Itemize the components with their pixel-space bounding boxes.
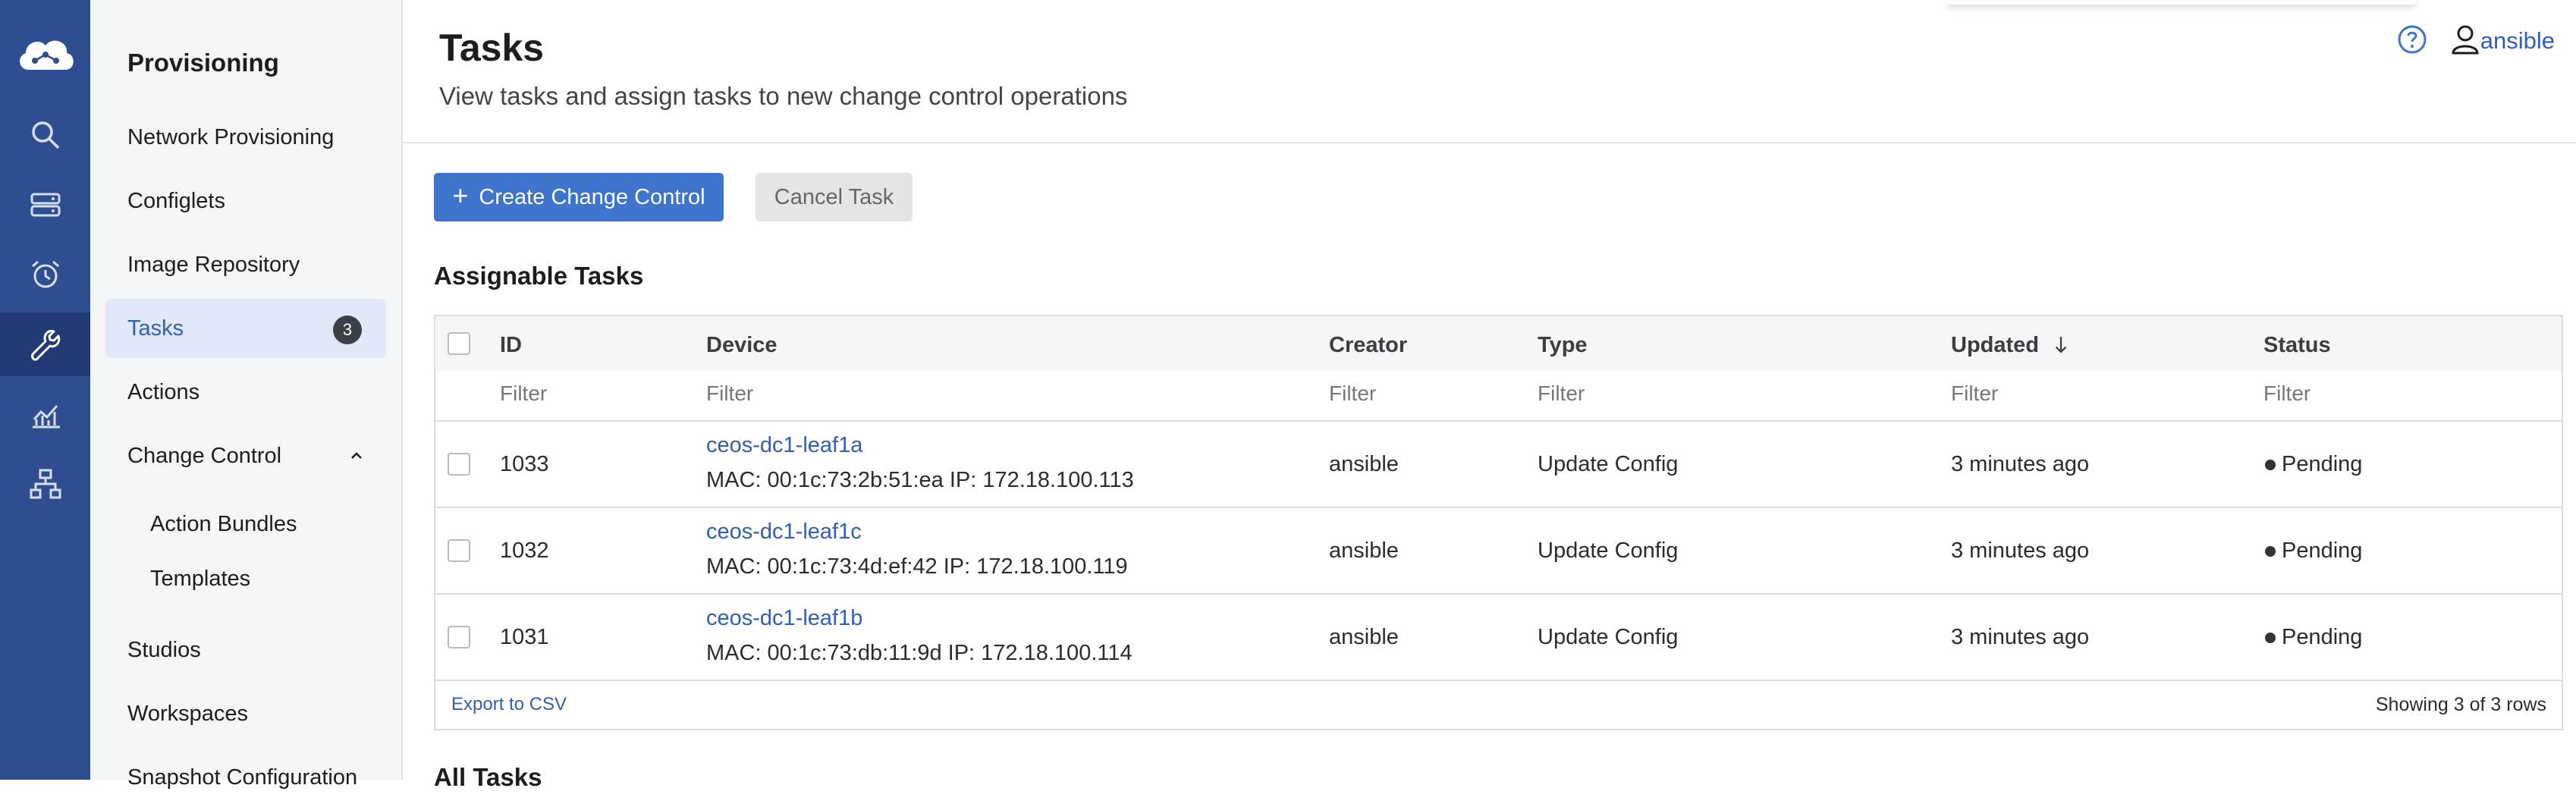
- row-count-label: Showing 3 of 3 rows: [2375, 694, 2546, 715]
- column-header-updated[interactable]: Updated: [1951, 333, 2068, 358]
- sidebar-item-label: Action Bundles: [150, 511, 297, 536]
- provisioning-sidenav: Provisioning Network Provisioning Config…: [90, 0, 403, 790]
- page-header: Tasks View tasks and assign tasks to new…: [403, 0, 2576, 143]
- assignable-tasks-table: ID Device Creator Type Updated Status 10…: [434, 315, 2563, 730]
- sidebar-item-configlets[interactable]: Configlets: [105, 171, 386, 231]
- filter-row: [435, 371, 2562, 422]
- row-checkbox[interactable]: [448, 453, 470, 476]
- sidebar-item-label: Configlets: [127, 188, 225, 213]
- sidenav-title: Provisioning: [127, 49, 279, 77]
- export-csv-link[interactable]: Export to CSV: [451, 694, 567, 715]
- all-tasks-heading: All Tasks: [434, 763, 542, 791]
- column-header-device[interactable]: Device: [706, 333, 778, 358]
- sidebar-item-label: Workspaces: [127, 701, 249, 726]
- device-mac-ip: MAC: 00:1c:73:2b:51:ea IP: 172.18.100.11…: [706, 468, 1134, 492]
- row-checkbox[interactable]: [448, 626, 470, 648]
- app-icon-rail: [0, 0, 90, 780]
- user-menu[interactable]: ansible: [2480, 27, 2555, 55]
- task-updated: 3 minutes ago: [1951, 452, 2090, 476]
- device-link[interactable]: ceos-dc1-leaf1b: [706, 606, 862, 631]
- plus-icon: +: [452, 180, 469, 211]
- status-dot-icon: [2265, 460, 2276, 470]
- column-header-status[interactable]: Status: [2263, 333, 2331, 358]
- devices-icon[interactable]: [0, 173, 90, 237]
- assignable-tasks-heading: Assignable Tasks: [434, 262, 644, 290]
- search-icon[interactable]: [0, 103, 90, 167]
- filter-creator-input[interactable]: [1329, 382, 1511, 406]
- task-status: Pending: [2282, 625, 2363, 649]
- filter-status-input[interactable]: [2263, 382, 2446, 406]
- task-status: Pending: [2282, 452, 2363, 476]
- table-row[interactable]: 1033 ceos-dc1-leaf1a MAC: 00:1c:73:2b:51…: [435, 422, 2562, 508]
- column-header-id[interactable]: ID: [500, 333, 522, 358]
- sort-descending-icon[interactable]: [2054, 335, 2068, 355]
- status-dot-icon: [2265, 633, 2276, 643]
- table-row[interactable]: 1032 ceos-dc1-leaf1c MAC: 00:1c:73:4d:ef…: [435, 508, 2562, 595]
- task-updated: 3 minutes ago: [1951, 625, 2090, 649]
- task-type: Update Config: [1538, 625, 1679, 649]
- user-icon[interactable]: [2449, 23, 2482, 56]
- filter-device-input[interactable]: [706, 382, 888, 406]
- table-footer: Export to CSV Showing 3 of 3 rows: [435, 680, 2562, 729]
- sidebar-item-studios[interactable]: Studios: [105, 620, 386, 680]
- row-checkbox[interactable]: [448, 539, 470, 562]
- select-all-checkbox[interactable]: [448, 332, 470, 355]
- tasks-count-badge: 3: [333, 316, 362, 344]
- sidebar-item-actions[interactable]: Actions: [105, 363, 386, 422]
- sidebar-item-label: Studios: [127, 637, 201, 662]
- page-title: Tasks: [439, 27, 545, 69]
- device-mac-ip: MAC: 00:1c:73:db:11:9d IP: 172.18.100.11…: [706, 641, 1132, 665]
- sidebar-item-label: Snapshot Configuration: [127, 765, 358, 790]
- sidebar-item-image-repository[interactable]: Image Repository: [105, 235, 386, 294]
- page-subtitle: View tasks and assign tasks to new chang…: [439, 82, 1128, 110]
- create-change-control-button[interactable]: + Create Change Control: [434, 173, 724, 221]
- filter-updated-input[interactable]: [1951, 382, 2133, 406]
- task-updated: 3 minutes ago: [1951, 539, 2090, 563]
- column-header-type[interactable]: Type: [1538, 333, 1588, 358]
- cloud-logo-icon[interactable]: [14, 32, 77, 77]
- task-creator: ansible: [1329, 452, 1399, 476]
- sidebar-item-workspaces[interactable]: Workspaces: [105, 684, 386, 743]
- sidebar-item-action-bundles[interactable]: Action Bundles: [105, 498, 386, 551]
- sidebar-item-label: Image Repository: [127, 252, 300, 277]
- sidebar-item-templates[interactable]: Templates: [105, 552, 386, 605]
- sidebar-item-network-provisioning[interactable]: Network Provisioning: [105, 108, 386, 167]
- notification-popover-edge: [1946, 0, 2417, 5]
- task-status: Pending: [2282, 539, 2363, 563]
- status-dot-icon: [2265, 546, 2276, 557]
- events-alarm-icon[interactable]: [0, 243, 90, 306]
- table-row[interactable]: 1031 ceos-dc1-leaf1b MAC: 00:1c:73:db:11…: [435, 595, 2562, 681]
- task-creator: ansible: [1329, 539, 1399, 563]
- main-content: Tasks View tasks and assign tasks to new…: [403, 0, 2576, 791]
- device-mac-ip: MAC: 00:1c:73:4d:ef:42 IP: 172.18.100.11…: [706, 554, 1128, 579]
- task-type: Update Config: [1538, 539, 1679, 563]
- device-link[interactable]: ceos-dc1-leaf1a: [706, 433, 862, 458]
- sidebar-item-label: Tasks: [127, 316, 184, 341]
- create-change-control-label: Create Change Control: [479, 184, 705, 209]
- task-creator: ansible: [1329, 625, 1399, 649]
- provisioning-wrench-icon[interactable]: [0, 312, 90, 376]
- metrics-chart-icon[interactable]: [0, 382, 90, 446]
- filter-type-input[interactable]: [1538, 382, 1720, 406]
- filter-id-input[interactable]: [500, 382, 682, 406]
- device-link[interactable]: ceos-dc1-leaf1c: [706, 520, 862, 545]
- sidebar-item-snapshot-configuration[interactable]: Snapshot Configuration: [105, 748, 386, 807]
- task-id: 1031: [500, 625, 549, 649]
- table-header-row: ID Device Creator Type Updated Status: [435, 316, 2562, 371]
- sidebar-item-label: Network Provisioning: [127, 124, 335, 149]
- sidebar-item-label: Change Control: [127, 443, 282, 468]
- column-header-creator[interactable]: Creator: [1329, 333, 1407, 358]
- sidebar-item-change-control[interactable]: Change Control: [105, 426, 386, 485]
- sidebar-item-tasks[interactable]: Tasks 3: [105, 299, 386, 358]
- chevron-up-icon[interactable]: [348, 447, 365, 464]
- sidebar-item-label: Templates: [150, 566, 251, 591]
- task-id: 1032: [500, 539, 549, 563]
- column-header-updated-label: Updated: [1951, 333, 2039, 357]
- sidebar-item-label: Actions: [127, 379, 200, 404]
- help-icon[interactable]: [2397, 24, 2427, 55]
- task-type: Update Config: [1538, 452, 1679, 476]
- cancel-task-button[interactable]: Cancel Task: [756, 173, 913, 221]
- topology-icon[interactable]: [0, 452, 90, 516]
- task-id: 1033: [500, 452, 549, 476]
